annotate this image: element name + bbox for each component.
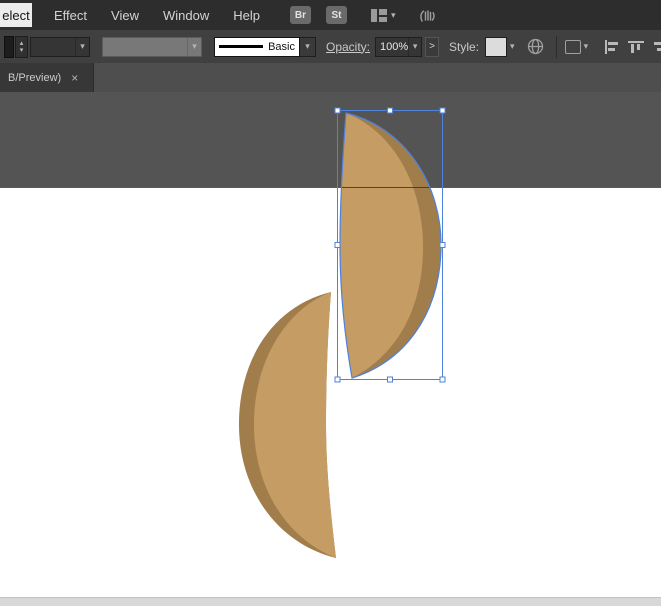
style-dropdown[interactable]: ▾: [485, 36, 515, 57]
stepper-up-icon[interactable]: ▴: [20, 40, 24, 47]
stock-icon[interactable]: St: [325, 6, 347, 24]
artboard-options[interactable]: ▾: [564, 39, 589, 54]
chevron-down-icon: ▾: [305, 41, 310, 51]
menu-bar: elect Effect View Window Help Br St ▾: [0, 0, 661, 31]
stroke-weight-stepper[interactable]: ▴ ▾: [15, 35, 28, 58]
menu-item-select[interactable]: elect: [0, 3, 32, 27]
stroke-weight-input[interactable]: [4, 35, 14, 58]
artwork-layer: [238, 113, 442, 558]
workspace-layout-icon: [370, 8, 387, 22]
chevron-down-icon: ▾: [412, 41, 418, 51]
document-tab[interactable]: B/Preview) ×: [0, 63, 94, 92]
menu-item-window[interactable]: Window: [161, 8, 211, 23]
menu-item-view[interactable]: View: [109, 8, 141, 23]
stepper-down-icon[interactable]: ▾: [20, 47, 24, 54]
stroke-style-caret[interactable]: ▾: [300, 36, 316, 57]
brush-definition-dropdown[interactable]: ▾: [102, 36, 202, 57]
stroke-preview-line: [219, 45, 264, 48]
control-bar: ▴ ▾ ▾ ▾ Basic ▾ Opacity: 100% ▾ > Style:…: [0, 30, 661, 64]
align-left-icon[interactable]: [604, 39, 620, 54]
opacity-label[interactable]: Opacity:: [326, 40, 370, 54]
workspace-switcher[interactable]: ▾: [370, 8, 396, 22]
gesture-icon[interactable]: [418, 7, 437, 23]
chevron-down-icon: ▾: [192, 41, 197, 51]
divider: [555, 35, 557, 58]
align-buttons: [604, 30, 661, 63]
opacity-dropdown[interactable]: 100% ▾: [375, 36, 423, 57]
menu-item-help[interactable]: Help: [231, 8, 262, 23]
stroke-weight-dropdown[interactable]: ▾: [30, 36, 90, 57]
align-top-icon[interactable]: [628, 40, 644, 54]
close-icon[interactable]: ×: [71, 71, 78, 85]
style-label: Style:: [449, 39, 480, 54]
artboard-icon: [564, 39, 581, 54]
chevron-down-icon: ▾: [390, 9, 396, 20]
align-right-icon[interactable]: [652, 40, 661, 54]
more-options-button[interactable]: >: [425, 36, 440, 57]
chevron-down-icon: ▾: [510, 41, 515, 51]
canvas[interactable]: [0, 92, 661, 606]
bottom-leaf-body[interactable]: [253, 292, 336, 558]
chevron-down-icon: ▾: [80, 41, 85, 51]
hand-icon: [419, 10, 435, 22]
opacity-value: 100%: [380, 40, 409, 53]
bridge-icon[interactable]: Br: [289, 6, 311, 24]
stroke-style-label: Basic: [268, 40, 295, 53]
artboard-edge: [0, 187, 661, 188]
chevron-down-icon: ▾: [583, 41, 589, 51]
horizontal-scrollbar[interactable]: [0, 597, 661, 606]
menu-item-effect[interactable]: Effect: [52, 8, 89, 23]
document-tab-label: B/Preview): [8, 71, 62, 84]
stroke-style-dropdown[interactable]: Basic: [214, 36, 300, 57]
globe-icon[interactable]: [527, 38, 544, 55]
style-swatch: [485, 36, 508, 57]
document-tab-bar: B/Preview) ×: [0, 63, 661, 92]
